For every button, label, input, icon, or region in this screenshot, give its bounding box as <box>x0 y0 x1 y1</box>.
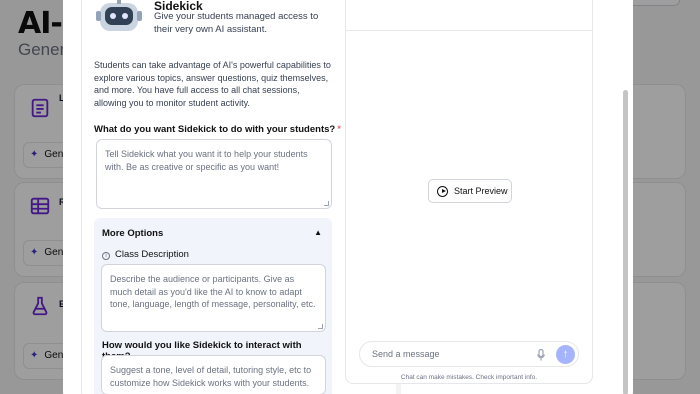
interaction-textarea[interactable]: Suggest a tone, level of detail, tutorin… <box>101 355 326 394</box>
info-icon: i <box>102 252 110 260</box>
right-scrollbar[interactable] <box>623 0 628 394</box>
microphone-icon[interactable] <box>537 349 545 361</box>
robot-icon <box>96 0 142 31</box>
message-placeholder: Send a message <box>372 349 440 359</box>
preview-header <box>346 0 592 31</box>
message-input[interactable]: Send a message ↑ <box>359 341 579 367</box>
resize-handle[interactable] <box>324 201 329 206</box>
sidekick-intro: Students can take advantage of AI's powe… <box>94 60 331 108</box>
instructions-textarea[interactable]: Tell Sidekick what you want it to help y… <box>96 139 332 209</box>
play-icon <box>437 186 448 197</box>
resize-handle[interactable] <box>318 324 323 329</box>
send-button[interactable]: ↑ <box>556 345 575 364</box>
sidekick-modal: Sidekick Give your students managed acce… <box>63 0 633 394</box>
instructions-placeholder: Tell Sidekick what you want it to help y… <box>105 149 308 172</box>
scrollbar-thumb[interactable] <box>623 90 628 394</box>
sidekick-tagline: Give your students managed access to the… <box>154 11 319 35</box>
class-description-textarea[interactable]: Describe the audience or participants. G… <box>101 264 326 332</box>
question-label: What do you want Sidekick to do with you… <box>94 124 341 135</box>
class-description-placeholder: Describe the audience or participants. G… <box>110 274 316 309</box>
caret-up-icon[interactable]: ▲ <box>314 228 322 237</box>
preview-panel: Start Preview Send a message ↑ Chat can … <box>345 0 593 384</box>
more-options-toggle[interactable]: More Options <box>102 228 163 239</box>
start-preview-button[interactable]: Start Preview <box>428 179 512 203</box>
required-marker: * <box>337 124 341 135</box>
class-description-label: i Class Description <box>102 249 189 260</box>
interaction-placeholder: Suggest a tone, level of detail, tutorin… <box>110 365 312 388</box>
chat-disclaimer: Chat can make mistakes. Check important … <box>400 374 538 381</box>
more-options-section: More Options ▲ i Class Description Descri… <box>94 218 332 394</box>
arrow-up-icon: ↑ <box>562 348 569 360</box>
